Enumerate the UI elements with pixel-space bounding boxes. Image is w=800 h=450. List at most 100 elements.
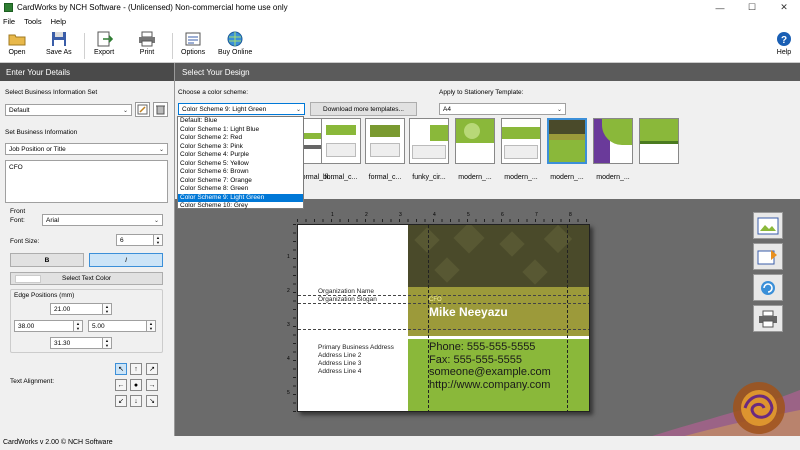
edge-left-spinner[interactable]: 38.00 ▲ ▼ [14, 320, 83, 332]
scheme-option-selected[interactable]: Color Scheme 9: Light Green [178, 193, 303, 202]
template-thumb[interactable]: funky_cir... [409, 118, 449, 181]
download-templates-button[interactable]: Download more templates... [310, 102, 417, 116]
edge-bottom-spinner[interactable]: 31.30 ▲ ▼ [50, 337, 112, 349]
template-thumb[interactable]: modern_... [593, 118, 633, 181]
print-preview-button[interactable] [753, 305, 783, 332]
font-value: Arial [46, 216, 60, 224]
card-org-name[interactable]: Organization Name [318, 288, 374, 295]
spinner-arrows-icon[interactable]: ▲ ▼ [146, 321, 155, 331]
align-bottom-right-icon[interactable]: ↘ [146, 395, 158, 407]
edge-right-spinner[interactable]: 5.00 ▲ ▼ [88, 320, 156, 332]
scheme-option[interactable]: Default: Blue [178, 117, 303, 126]
options-button[interactable]: Options [181, 31, 205, 61]
buy-online-label: Buy Online [218, 49, 253, 56]
font-size-label: Font Size: [10, 238, 40, 245]
stationery-template-select[interactable]: A4 ⌄ [439, 103, 566, 115]
card-address-block[interactable]: Primary Business Address Address Line 2 … [318, 344, 394, 376]
align-top-left-icon[interactable]: ↖ [115, 363, 127, 375]
align-top-right-icon[interactable]: ↗ [146, 363, 158, 375]
options-icon [185, 32, 201, 46]
export-button[interactable]: Export [94, 31, 114, 61]
save-as-button[interactable]: Save As [46, 31, 72, 61]
open-button[interactable]: Open [8, 31, 26, 61]
scheme-option[interactable]: Color Scheme 4: Purple [178, 151, 303, 160]
nch-logo-icon [733, 382, 785, 434]
buy-online-button[interactable]: Buy Online [218, 31, 252, 61]
scheme-select[interactable]: Color Scheme 9: Light Green ⌄ [178, 103, 305, 115]
business-set-select[interactable]: Default ⌄ [5, 104, 132, 116]
edge-top-spinner[interactable]: 21.00 ▲ ▼ [50, 303, 112, 315]
scheme-option[interactable]: Color Scheme 2: Red [178, 134, 303, 143]
scheme-option[interactable]: Color Scheme 7: Orange [178, 177, 303, 186]
template-preview [365, 118, 405, 164]
image-icon [757, 217, 779, 234]
chevron-down-icon: ⌄ [295, 106, 301, 113]
insert-image-button[interactable] [753, 212, 783, 239]
template-thumb[interactable]: formal_c... [321, 118, 361, 181]
card-guide-line [567, 225, 568, 411]
menu-help[interactable]: Help [51, 17, 66, 26]
template-thumb[interactable]: formal_c... [365, 118, 405, 181]
italic-button[interactable]: I [89, 253, 163, 267]
scheme-option[interactable]: Color Scheme 5: Yellow [178, 160, 303, 169]
bold-button[interactable]: B [10, 253, 84, 267]
edit-set-button[interactable] [135, 102, 150, 117]
help-button[interactable]: ? Help [775, 31, 793, 61]
card-org-slogan[interactable]: Organization Slogan [318, 296, 377, 303]
text-color-button[interactable]: Select Text Color [10, 272, 163, 285]
spinner-arrows-icon[interactable]: ▲ ▼ [73, 321, 82, 331]
change-background-button[interactable] [753, 243, 783, 270]
scheme-option[interactable]: Color Scheme 6: Brown [178, 168, 303, 177]
globe-icon [227, 31, 243, 47]
maximize-button[interactable]: ☐ [736, 0, 768, 15]
scheme-option[interactable]: Color Scheme 10: Grey [178, 202, 303, 211]
business-card-preview[interactable]: Organization Name Organization Slogan Pr… [297, 224, 590, 412]
align-bottom-left-icon[interactable]: ↙ [115, 395, 127, 407]
card-name[interactable]: Mike Neeyazu [429, 305, 508, 319]
card-guide-line [298, 329, 589, 330]
card-guide-line [298, 303, 589, 304]
chevron-down-icon: ⌄ [153, 217, 159, 224]
background-icon [757, 249, 777, 264]
template-thumb[interactable]: modern_... [501, 118, 541, 181]
template-thumb[interactable]: modern_... [455, 118, 495, 181]
card-position[interactable]: CFO [429, 297, 442, 303]
minimize-button[interactable]: — [704, 0, 736, 15]
app-icon [4, 3, 13, 12]
scheme-option[interactable]: Color Scheme 1: Light Blue [178, 126, 303, 135]
print-button[interactable]: Print [138, 31, 156, 61]
align-center-icon[interactable]: ● [130, 379, 142, 391]
card-contact-block[interactable]: Phone: 555-555-5555 Fax: 555-555-5555 so… [429, 341, 551, 391]
template-thumb-selected[interactable]: modern_... [547, 118, 587, 181]
ruler-tick-label: 5 [287, 390, 290, 396]
spinner-arrows-icon[interactable]: ▲ ▼ [102, 304, 111, 314]
align-top-icon[interactable]: ↑ [130, 363, 142, 375]
svg-text:?: ? [781, 35, 787, 46]
info-field-select[interactable]: Job Position or Title ⌄ [5, 143, 168, 155]
template-thumb[interactable] [639, 118, 679, 174]
info-text-area[interactable]: CFO [5, 160, 168, 203]
scheme-option[interactable]: Color Scheme 8: Green [178, 185, 303, 194]
delete-set-button[interactable] [153, 102, 168, 117]
spinner-arrows-icon[interactable]: ▲ ▼ [153, 235, 162, 245]
text-color-label: Select Text Color [61, 275, 111, 282]
menu-tools[interactable]: Tools [24, 17, 42, 26]
spinner-arrows-icon[interactable]: ▲ ▼ [102, 338, 111, 348]
align-left-icon[interactable]: ← [115, 379, 127, 391]
rotate-button[interactable] [753, 274, 783, 301]
top-ruler: 1 2 3 4 5 6 7 8 [297, 212, 590, 222]
details-panel: Select Business Information Set Default ⌄… [0, 81, 174, 436]
folder-icon [8, 34, 26, 46]
align-right-icon[interactable]: → [146, 379, 158, 391]
card-address-line: Address Line 2 [318, 352, 362, 359]
align-bottom-icon[interactable]: ↓ [130, 395, 142, 407]
scheme-option[interactable]: Color Scheme 3: Pink [178, 143, 303, 152]
font-select[interactable]: Arial ⌄ [42, 214, 163, 226]
printer-icon [759, 310, 777, 327]
font-size-spinner[interactable]: 6 ▲ ▼ [116, 234, 163, 246]
stationery-template-value: A4 [443, 105, 451, 113]
close-button[interactable]: ✕ [768, 0, 800, 15]
ruler-tick-label: 1 [287, 254, 290, 260]
edge-bottom-value: 31.30 [54, 340, 71, 347]
menu-file[interactable]: File [3, 17, 15, 26]
